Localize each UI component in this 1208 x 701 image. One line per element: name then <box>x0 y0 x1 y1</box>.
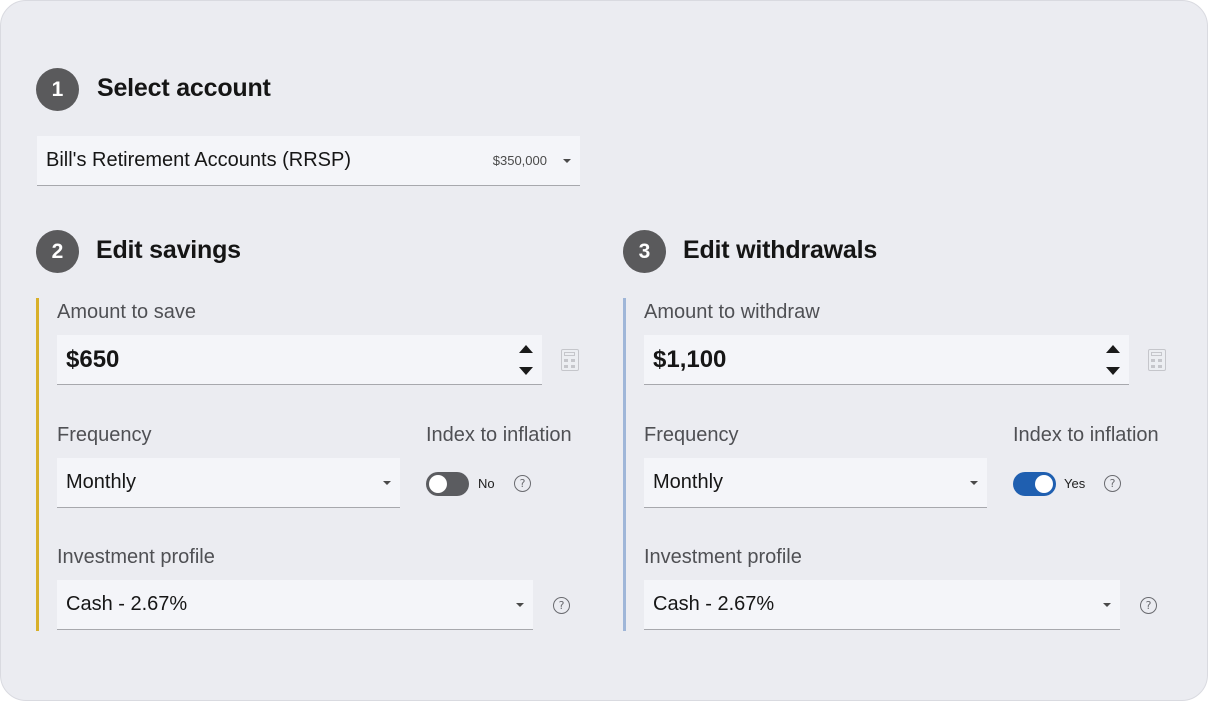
chevron-down-icon <box>516 602 524 607</box>
savings-accent-bar <box>36 298 39 631</box>
step-1-title: Select account <box>97 74 271 102</box>
help-icon[interactable]: ? <box>1140 597 1157 614</box>
withdraw-inflation-toggle[interactable] <box>1013 472 1056 496</box>
withdraw-frequency-value: Monthly <box>653 471 724 493</box>
chevron-down-icon <box>383 480 391 485</box>
step-3-title: Edit withdrawals <box>683 236 878 264</box>
savings-frequency-label: Frequency <box>57 424 152 446</box>
withdraw-inflation-label: Index to inflation <box>1013 424 1159 446</box>
savings-frequency-value: Monthly <box>66 471 137 493</box>
amount-to-withdraw-input[interactable]: $1,100 <box>644 335 1129 385</box>
help-icon[interactable]: ? <box>1104 475 1121 492</box>
withdraw-frequency-select[interactable]: Monthly <box>644 458 987 508</box>
savings-profile-value: Cash - 2.67% <box>66 593 188 615</box>
increment-arrow-icon[interactable] <box>519 345 533 353</box>
withdraw-frequency-label: Frequency <box>644 424 739 446</box>
withdraw-profile-value: Cash - 2.67% <box>653 593 775 615</box>
chevron-down-icon <box>1103 602 1111 607</box>
chevron-down-icon <box>970 480 978 485</box>
toggle-knob <box>429 475 447 493</box>
decrement-arrow-icon[interactable] <box>519 367 533 375</box>
decrement-arrow-icon[interactable] <box>1106 367 1120 375</box>
amount-to-save-input[interactable]: $650 <box>57 335 542 385</box>
amount-stepper[interactable] <box>1106 343 1120 377</box>
account-select[interactable]: Bill's Retirement Accounts (RRSP) $350,0… <box>37 136 580 186</box>
withdrawals-accent-bar <box>623 298 626 631</box>
amount-stepper[interactable] <box>519 343 533 377</box>
withdraw-inflation-state: Yes <box>1064 476 1086 491</box>
calculator-icon[interactable] <box>1148 349 1166 371</box>
amount-to-save-value: $650 <box>66 345 120 373</box>
savings-frequency-select[interactable]: Monthly <box>57 458 400 508</box>
step-1-badge: 1 <box>36 68 79 111</box>
chevron-down-icon <box>563 158 571 163</box>
help-icon[interactable]: ? <box>514 475 531 492</box>
step-2-title: Edit savings <box>96 236 241 264</box>
step-2-badge: 2 <box>36 230 79 273</box>
increment-arrow-icon[interactable] <box>1106 345 1120 353</box>
calculator-icon[interactable] <box>561 349 579 371</box>
account-name: Bill's Retirement Accounts (RRSP) <box>46 149 352 171</box>
withdraw-profile-label: Investment profile <box>644 546 802 568</box>
amount-to-withdraw-value: $1,100 <box>653 345 727 373</box>
step-3-badge: 3 <box>623 230 666 273</box>
savings-profile-select[interactable]: Cash - 2.67% <box>57 580 533 630</box>
savings-inflation-toggle[interactable] <box>426 472 469 496</box>
toggle-knob <box>1035 475 1053 493</box>
savings-profile-label: Investment profile <box>57 546 215 568</box>
account-balance: $350,000 <box>492 153 547 168</box>
help-icon[interactable]: ? <box>553 597 570 614</box>
savings-inflation-state: No <box>478 476 495 491</box>
withdraw-profile-select[interactable]: Cash - 2.67% <box>644 580 1120 630</box>
amount-to-withdraw-label: Amount to withdraw <box>644 301 820 323</box>
retirement-planner-card: 1 Select account Bill's Retirement Accou… <box>0 0 1208 701</box>
amount-to-save-label: Amount to save <box>57 301 196 323</box>
savings-inflation-label: Index to inflation <box>426 424 572 446</box>
